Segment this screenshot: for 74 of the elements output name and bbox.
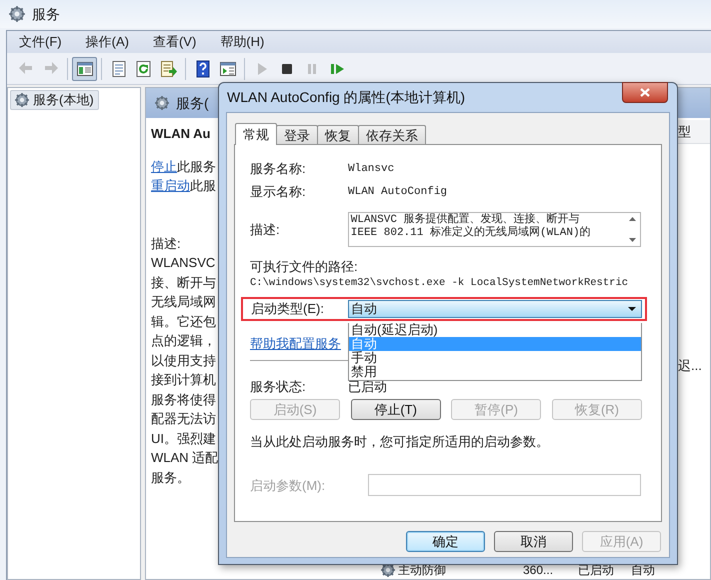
tree-pane-button[interactable]: [72, 56, 97, 80]
column-header: 型: [676, 120, 710, 144]
panel-title: 服务(: [176, 94, 209, 113]
description-line: 服务。: [151, 468, 191, 486]
dropdown-option[interactable]: 手动: [349, 351, 641, 365]
field-label: 显示名称:: [250, 183, 307, 202]
startup-type-dropdown[interactable]: 自动: [348, 300, 642, 318]
export-icon: [160, 60, 178, 78]
status-value: 已启动: [348, 378, 387, 396]
action-text: 此服: [190, 178, 216, 192]
description-line: UI。强烈建: [151, 430, 216, 448]
menu-item[interactable]: 帮助(H): [214, 32, 270, 52]
table-cell: 自动: [631, 563, 655, 577]
refresh-icon: [134, 60, 152, 78]
description-line: 接到计算机: [151, 371, 216, 389]
scroll-down-icon[interactable]: [628, 238, 636, 242]
description-line: 以使用支持: [151, 352, 216, 370]
window-title: 服务: [32, 4, 60, 24]
tab[interactable]: 登录: [276, 125, 318, 144]
parameters-field[interactable]: [368, 474, 641, 496]
field-label: 服务状态:: [250, 378, 307, 396]
field-label: 启动类型(E):: [251, 300, 325, 318]
description-line: WLAN 适配: [151, 449, 216, 467]
description-line: WLANSVC: [151, 254, 216, 272]
field-value: Wlansvc: [348, 162, 394, 177]
field-label: 可执行文件的路径:: [250, 259, 359, 275]
dialog-title: WLAN AutoConfig 的属性(本地计算机): [227, 88, 466, 107]
dropdown-option[interactable]: 禁用: [349, 365, 641, 379]
dropdown-option[interactable]: 自动(延迟启动): [349, 323, 641, 337]
field-label: 启动参数(M):: [250, 476, 326, 495]
tab[interactable]: 恢复: [317, 125, 359, 144]
description-line: IEEE 802.11 标准定义的无线局域网(WLAN)的: [350, 227, 592, 240]
gear-icon: [14, 92, 30, 108]
close-button[interactable]: [622, 82, 668, 103]
scroll-up-icon[interactable]: [628, 217, 636, 221]
properties-icon: [110, 60, 128, 78]
action-text: 此服务: [177, 158, 216, 174]
menu-item[interactable]: 文件(F): [13, 32, 68, 52]
tab[interactable]: 常规: [235, 123, 277, 145]
tree-item[interactable]: 服务(本地): [10, 90, 99, 110]
table-cell-text: 360...: [523, 563, 554, 577]
description-line: 配器无法访: [151, 410, 216, 428]
action-link[interactable]: 重启动: [151, 178, 190, 192]
service-name: WLAN Au: [151, 125, 212, 143]
description-label: 描述:: [151, 234, 182, 252]
description-box[interactable]: WLANSVC 服务提供配置、发现、连接、断开与 IEEE 802.11 标准定义的无线局域网(WLAN)的: [348, 212, 641, 247]
table-cell-text: 已启动: [578, 563, 615, 577]
description-line: 辑。它还包: [151, 312, 216, 330]
path-value: C:\windows\system32\svchost.exe -k LocalSystemNetworkRestric: [250, 276, 630, 291]
gear-icon: [8, 5, 26, 23]
hint-text: 当从此处启动服务时，您可指定所适用的启动参数。: [250, 432, 550, 451]
description-line: WLANSVC 服务提供配置、发现、连接、断开与: [350, 214, 581, 226]
description-line: 接、断开与: [151, 274, 216, 292]
description-line: 服务将使得: [151, 390, 216, 408]
tab[interactable]: 依存关系: [358, 125, 426, 144]
dialog-button[interactable]: 确定: [406, 531, 485, 552]
field-label: 服务名称:: [250, 160, 307, 178]
help-icon: [194, 60, 212, 78]
help-link[interactable]: 帮助我配置服务: [250, 336, 341, 351]
action-link[interactable]: 停止: [151, 158, 177, 174]
menu-item[interactable]: 查看(V): [146, 32, 202, 52]
menu-item[interactable]: 操作(A): [80, 32, 135, 52]
dropdown-arrow-icon: [628, 306, 636, 311]
description-line: 无线局域网: [151, 293, 216, 311]
field-value: WLAN AutoConfig: [348, 184, 448, 200]
service-button[interactable]: 停止(T): [350, 398, 441, 420]
gear-icon: [154, 95, 170, 111]
dialog-button[interactable]: 取消: [494, 531, 573, 552]
console-window-icon: [218, 60, 236, 78]
tree-pane-icon: [76, 60, 94, 78]
description-line: 点的逻辑，: [151, 332, 216, 350]
table-cell-text: 迟...: [678, 357, 702, 375]
close-icon: [640, 88, 650, 97]
field-label: 描述:: [250, 220, 281, 239]
